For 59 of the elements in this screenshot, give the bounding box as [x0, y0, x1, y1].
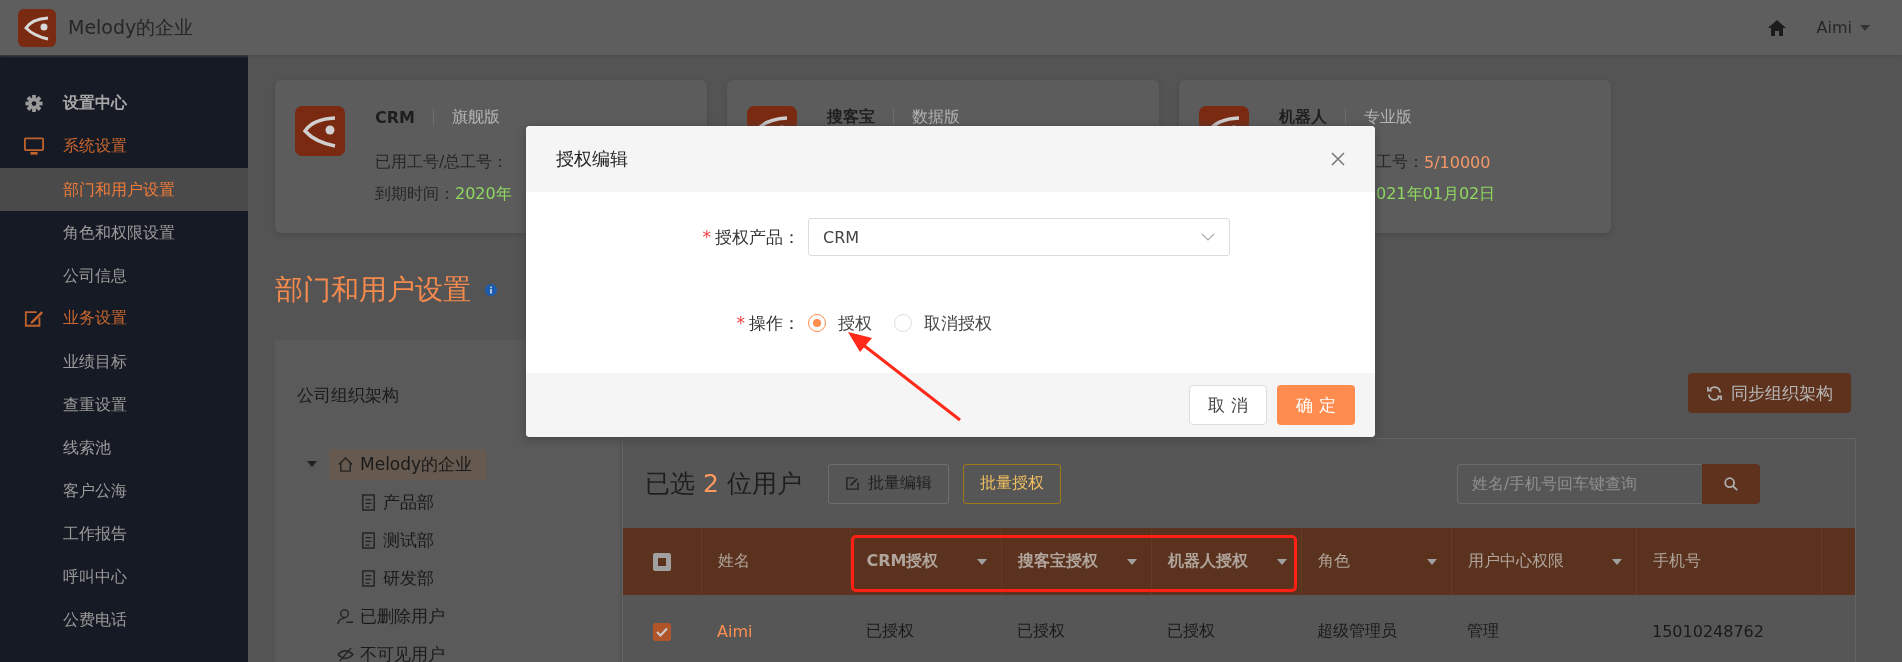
sidebar-item[interactable]: 部门和用户设置	[0, 168, 248, 211]
sync-button[interactable]: 同步组织架构	[1688, 373, 1851, 413]
radio-option[interactable]: 授权	[808, 311, 872, 335]
sidebar-item[interactable]: 呼叫中心	[0, 555, 248, 598]
search-field[interactable]: 姓名/手机号回车键查询	[1457, 463, 1702, 504]
tree-item[interactable]: 研发部	[352, 562, 442, 594]
tree-item[interactable]: 已删除用户	[329, 600, 453, 632]
sidebar-item[interactable]: 公司信息	[0, 254, 248, 297]
required-mark: *	[702, 226, 711, 247]
tree-item[interactable]: Melody的企业	[329, 448, 487, 480]
panel-title: 公司组织架构	[297, 384, 400, 407]
cancel-button[interactable]: 取 消	[1189, 385, 1267, 425]
column-header[interactable]: 手机号	[1636, 528, 1821, 595]
selection-summary: 已选 2 位用户	[645, 468, 802, 500]
sidebar-group[interactable]: 业务设置	[63, 308, 127, 329]
product-name: 搜客宝	[827, 106, 875, 128]
user-menu[interactable]: Aimi	[1816, 18, 1852, 37]
sidebar-item[interactable]: 业绩目标	[0, 340, 248, 383]
product-name: 机器人	[1279, 106, 1327, 128]
stat-value: 2020年	[455, 183, 512, 205]
sidebar-item[interactable]: 查重设置	[0, 383, 248, 426]
sidebar-group[interactable]: 系统设置	[63, 136, 127, 157]
tree-item[interactable]: 不可见用户	[329, 638, 453, 662]
table-cell: 超级管理员	[1301, 595, 1451, 662]
column-header[interactable]: 角色	[1301, 528, 1451, 595]
stat-value: 5/10000	[1424, 152, 1491, 172]
required-mark: *	[736, 312, 745, 333]
dialog-title: 授权编辑	[556, 147, 628, 171]
table-cell: 管理	[1451, 595, 1636, 662]
company-name: Melody的企业	[68, 14, 194, 40]
table-cell: Aimi	[701, 595, 850, 662]
page-title: 部门和用户设置	[275, 272, 471, 308]
sidebar-item[interactable]: 公费电话	[0, 598, 248, 641]
sidebar-item[interactable]: 客户公海	[0, 469, 248, 512]
column-header[interactable]: 姓名	[701, 528, 850, 595]
table-cell: 15010248762	[1636, 595, 1821, 662]
table-cell: 已授权	[1001, 595, 1151, 662]
stat-value: 021年01月02日	[1376, 183, 1496, 205]
column-header[interactable]: 用户中心权限	[1451, 528, 1636, 595]
product-select[interactable]: CRM	[808, 218, 1230, 256]
product-name: CRM	[375, 107, 415, 127]
toolbar-button[interactable]: 批量授权	[962, 463, 1061, 504]
tree-item[interactable]: 产品部	[352, 486, 442, 518]
tree-item[interactable]: 测试部	[352, 524, 442, 556]
column-header[interactable]: 搜客宝授权	[1001, 528, 1151, 595]
sidebar-item[interactable]: 线索池	[0, 426, 248, 469]
product-edition: 旗舰版	[452, 106, 500, 128]
field-label: 操作：	[749, 312, 800, 333]
table-cell: 已授权	[1151, 595, 1301, 662]
sidebar-item[interactable]: 工作报告	[0, 512, 248, 555]
field-label: 授权产品：	[715, 226, 800, 247]
sidebar-heading[interactable]: 设置中心	[63, 93, 127, 114]
product-edition: 数据版	[912, 106, 960, 128]
column-header[interactable]: CRM授权	[850, 528, 1001, 595]
table-cell: 已授权	[850, 595, 1001, 662]
sidebar-item[interactable]: 角色和权限设置	[0, 211, 248, 254]
product-edition: 专业版	[1364, 106, 1412, 128]
column-header[interactable]: 机器人授权	[1151, 528, 1301, 595]
radio-option[interactable]: 取消授权	[894, 311, 992, 335]
